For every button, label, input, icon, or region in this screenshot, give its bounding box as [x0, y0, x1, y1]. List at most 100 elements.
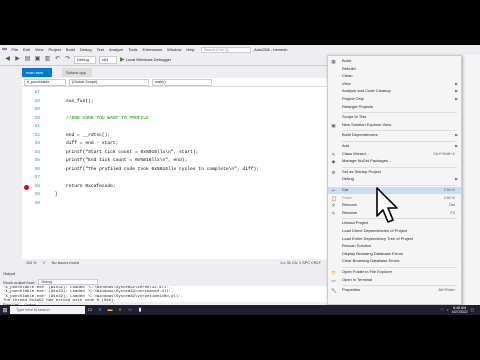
line-number: 35	[34, 158, 40, 163]
code-line[interactable]: 31	[22, 123, 327, 132]
line-number: 37	[34, 175, 40, 180]
volume-icon[interactable]: ♪	[447, 308, 449, 312]
ctx-item-build-dependencies[interactable]: Build Dependencies ▶	[328, 132, 461, 139]
code-line[interactable]: 39}	[22, 191, 327, 200]
line-number: 36	[34, 166, 40, 172]
menu-help[interactable]: Help	[184, 47, 197, 52]
menu-edit[interactable]: Edit	[20, 47, 32, 52]
config-dropdown[interactable]: Debug	[74, 55, 96, 64]
menu-file[interactable]: File	[9, 47, 20, 52]
redo-icon[interactable]: ↷	[64, 56, 71, 63]
ctx-item-new-solution-explorer-view[interactable]: ▣ New Solution Explorer View	[328, 122, 461, 129]
start-debugger-button[interactable]: ▶ Local Windows Debugger	[120, 56, 171, 63]
ctx-item-label: Rebuild	[342, 65, 356, 71]
visual-studio-logo-icon: ∞	[2, 46, 7, 53]
ctx-item-label: Remove	[342, 202, 357, 208]
cursor-position: Ln: 31 Ch: 1 SPC CRLF	[280, 261, 321, 265]
file-explorer-icon[interactable]: ▬	[105, 305, 115, 315]
code-line[interactable]: 28 sun_fun();	[22, 98, 327, 107]
forward-icon[interactable]: ▶	[14, 56, 21, 63]
code-editor[interactable]: 27 28 sun_fun(); 29 30 //END CODE YOU WANT …	[22, 87, 327, 259]
ctx-item-label: Build Dependencies	[342, 132, 378, 138]
menu-build[interactable]: Build	[63, 47, 77, 52]
code-line[interactable]: 27	[22, 89, 327, 98]
terminal-app-icon[interactable]: ▮	[135, 305, 145, 315]
menu-extensions[interactable]: Extensions	[140, 47, 165, 52]
code-line[interactable]: 32 end = __rdtsc();	[22, 132, 327, 141]
ctx-item-label: Open in Terminal	[342, 276, 373, 282]
save-icon[interactable]: ▣	[34, 56, 41, 63]
ctx-item-rescan-solution[interactable]: Rescan Solution	[328, 243, 461, 250]
menu-debug[interactable]: Debug	[77, 47, 94, 52]
clock[interactable]: 8:48 AM 4/27/2022	[452, 306, 468, 314]
ctx-item-manage-nuget-packages[interactable]: ◆ Manage NuGet Packages...	[328, 158, 461, 165]
ctx-item-label: Properties	[342, 287, 361, 293]
output-body[interactable]: 'X_punchlable.exe' (Win32): Loaded 'C:\W…	[0, 286, 327, 302]
search-input[interactable]: Search (Ctrl+Q)	[201, 46, 252, 53]
ctx-item-open-in-terminal[interactable]: ▭ Open in Terminal	[328, 277, 461, 284]
ctx-item-project-only[interactable]: Project Only ▶	[328, 96, 461, 103]
zoom-level[interactable]: 110 %	[26, 259, 36, 267]
clock-date: 4/27/2022	[451, 310, 468, 314]
menu-window[interactable]: Window	[165, 47, 184, 52]
code-line[interactable]: 30 //END CODE YOU WANT TO PROFILE	[22, 115, 327, 124]
notifications-icon[interactable]: ▢	[471, 308, 474, 312]
ctx-item-add[interactable]: Add ▶	[328, 143, 461, 150]
ctx-item-load-direct-dependencies-of-project[interactable]: Load Direct Dependencies of Project	[328, 228, 461, 235]
line-number: 30	[34, 115, 40, 121]
ctx-item-load-entire-dependency-tree-of-project[interactable]: Load Entire Dependency Tree of Project	[328, 236, 461, 243]
ctx-item-display-browsing-database-errors[interactable]: Display Browsing Database Errors	[328, 251, 461, 258]
code-line[interactable]: 37	[22, 174, 327, 183]
menu-view[interactable]: View	[32, 47, 46, 52]
save-all-icon[interactable]: ▥	[44, 56, 51, 63]
menu-tools[interactable]: Tools	[126, 47, 140, 52]
line-number: 27	[34, 90, 40, 95]
ctx-item-rebuild[interactable]: Rebuild	[328, 66, 461, 73]
ctx-item-open-folder-in-file-explorer[interactable]: 📁 Open Folder in File Explorer	[328, 269, 461, 276]
edge-icon[interactable]: e	[95, 305, 105, 315]
ctx-item-label: Load Direct Dependencies of Project	[342, 228, 408, 233]
code-text: end = __rdtsc();	[55, 132, 111, 138]
ctx-item-properties[interactable]: 🔧 Properties Alt+Enter	[328, 287, 461, 294]
show-output-label: Show output from:	[3, 279, 36, 285]
ctx-item-clear-browsing-database-errors[interactable]: Clear Browsing Database Errors	[328, 258, 461, 265]
undo-icon[interactable]: ↶	[54, 56, 61, 63]
taskbar: ⊞ Type here to search ▭ e ▬ ● ∞ ▮ ◠ ♪ 8:…	[0, 305, 480, 315]
ctx-item-scope-to-this[interactable]: Scope to This	[328, 114, 461, 121]
code-line[interactable]: 36 printf("The profiled code took 0x%016…	[22, 166, 327, 175]
ctx-item-clean[interactable]: Clean	[328, 73, 461, 80]
member-dropdown[interactable]: main()	[152, 78, 212, 86]
task-view-icon[interactable]: ▭	[85, 305, 95, 315]
back-icon[interactable]: ◀	[4, 56, 11, 63]
tab-main-asm[interactable]: main.asm	[22, 68, 52, 77]
taskbar-search-input[interactable]: Type here to search	[10, 306, 85, 314]
scope-dropdown[interactable]: (Global Scope)	[69, 78, 149, 86]
chrome-icon[interactable]: ●	[115, 305, 125, 315]
new-item-icon[interactable]: ▤	[24, 56, 31, 63]
menu-test[interactable]: Test	[94, 47, 106, 52]
code-text: printf("End tick count = 0x%016llx\n", e…	[55, 158, 188, 163]
code-line[interactable]: 35 printf("End tick count = 0x%016llx\n"…	[22, 157, 327, 166]
windows-start-icon[interactable]: ⊞	[0, 305, 10, 315]
code-line[interactable]: 34 printf("Start tick count = 0x%016llx\…	[22, 149, 327, 158]
menu-project[interactable]: Project	[46, 47, 63, 52]
visual-studio-icon[interactable]: ∞	[125, 305, 135, 315]
menu-analyze[interactable]: Analyze	[106, 47, 125, 52]
network-icon[interactable]: ◠	[441, 308, 444, 312]
ctx-item-class-wizard[interactable]: ✎ Class Wizard... Ctrl+Shift+X	[328, 151, 461, 158]
ctx-item-build[interactable]: ▦ Build	[328, 58, 461, 65]
code-line[interactable]: 33 diff = end - start;	[22, 140, 327, 149]
code-line[interactable]: 40	[22, 200, 327, 209]
output-title: Output	[0, 270, 327, 278]
tab-soluce-cpp[interactable]: Soluce.cpp	[62, 68, 92, 77]
code-line[interactable]: 38 return 0xcafecode;	[22, 183, 327, 192]
platform-dropdown[interactable]: x64	[99, 55, 117, 64]
ctx-item-debug[interactable]: Debug ▶	[328, 176, 461, 183]
code-line[interactable]: 29	[22, 106, 327, 115]
ctx-item-retarget-projects[interactable]: Retarget Projects	[328, 104, 461, 111]
output-source-dropdown[interactable]: Debug	[38, 279, 99, 285]
project-dropdown[interactable]: ti_punchlable	[24, 78, 66, 86]
ctx-item-analyze-and-code-cleanup[interactable]: Analyze and Code Cleanup ▶	[328, 88, 461, 95]
ctx-item-set-as-startup-project[interactable]: ⚙ Set as Startup Project	[328, 169, 461, 176]
ctx-item-view[interactable]: View ▶	[328, 81, 461, 88]
